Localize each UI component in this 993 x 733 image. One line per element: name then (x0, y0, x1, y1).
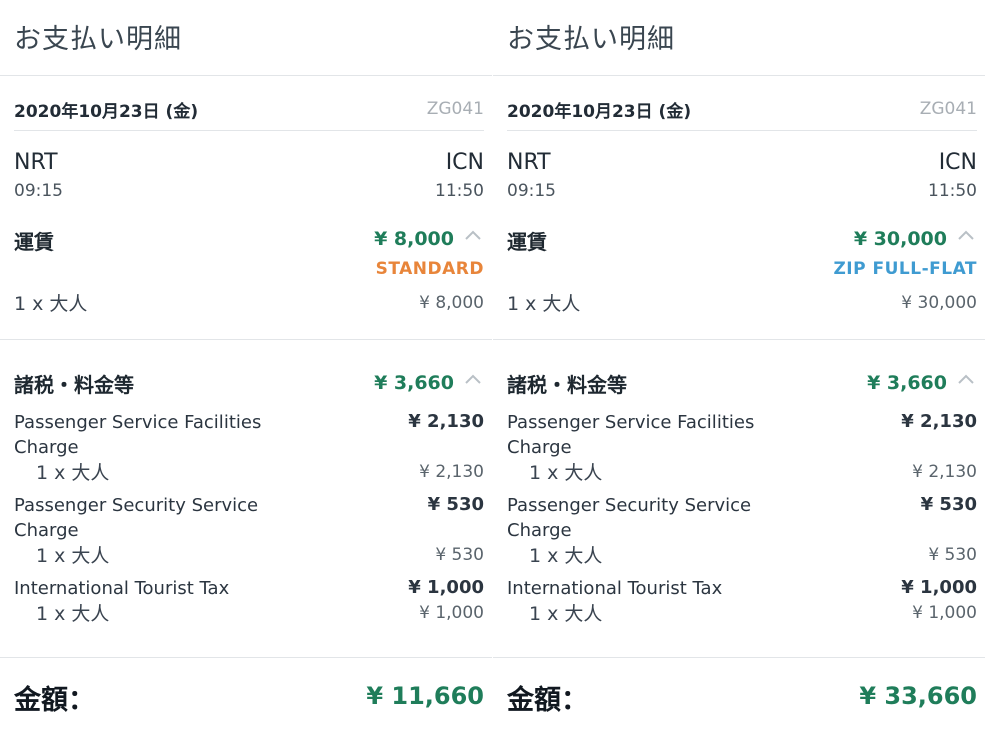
fare-amount: ¥ 8,000 (374, 228, 454, 250)
passenger-count: 1 x 大人 (507, 293, 581, 315)
divider (0, 339, 492, 340)
fare-title: 運賃 (507, 230, 547, 254)
departure-time: 09:15 (507, 181, 556, 201)
tax-item-passenger-amount: ¥ 2,130 (912, 462, 977, 482)
divider (493, 657, 985, 658)
arrival-time: 11:50 (435, 181, 484, 201)
tax-item-name: Passenger Security Service Charge (14, 495, 259, 541)
passenger-count: 1 x 大人 (14, 293, 88, 315)
tax-item-passenger-amount: ¥ 530 (435, 545, 484, 565)
page-title: お支払い明細 (507, 24, 675, 55)
tax-item-passenger-amount: ¥ 1,000 (419, 603, 484, 623)
divider (0, 75, 492, 76)
passenger-count: 1 x 大人 (529, 462, 603, 484)
chevron-up-icon[interactable] (464, 229, 482, 245)
passenger-fare-amount: ¥ 30,000 (901, 293, 977, 313)
tax-item-name: International Tourist Tax (507, 578, 723, 599)
taxes-title: 諸税・料金等 (507, 373, 627, 397)
flight-date: 2020年10月23日 (金) (14, 102, 199, 122)
fare-type-label: ZIP FULL-FLAT (833, 259, 977, 279)
divider (507, 130, 977, 131)
taxes-amount: ¥ 3,660 (374, 372, 454, 394)
divider (0, 657, 492, 658)
flight-number: ZG041 (919, 99, 977, 119)
departure-time: 09:15 (14, 181, 63, 201)
tax-item-name: Passenger Service Facilities Charge (14, 412, 262, 458)
tax-item-passenger-amount: ¥ 2,130 (419, 462, 484, 482)
chevron-up-icon[interactable] (957, 373, 975, 389)
origin-code: NRT (14, 150, 58, 175)
arrival-time: 11:50 (928, 181, 977, 201)
passenger-count: 1 x 大人 (529, 545, 603, 567)
passenger-count: 1 x 大人 (36, 603, 110, 625)
divider (14, 130, 484, 131)
taxes-amount: ¥ 3,660 (867, 372, 947, 394)
tax-item-amount: ¥ 2,130 (408, 411, 484, 432)
tax-item-name: Passenger Service Facilities Charge (507, 412, 755, 458)
destination-code: ICN (445, 150, 484, 175)
destination-code: ICN (938, 150, 977, 175)
fare-amount: ¥ 30,000 (853, 228, 947, 250)
total-amount: ¥ 11,660 (366, 682, 484, 710)
taxes-title: 諸税・料金等 (14, 373, 134, 397)
divider (493, 339, 985, 340)
tax-item-amount: ¥ 530 (920, 494, 977, 515)
chevron-up-icon[interactable] (957, 229, 975, 245)
tax-item-passenger-amount: ¥ 1,000 (912, 603, 977, 623)
total-amount: ¥ 33,660 (859, 682, 977, 710)
passenger-count: 1 x 大人 (529, 603, 603, 625)
passenger-fare-amount: ¥ 8,000 (419, 293, 484, 313)
flight-number: ZG041 (426, 99, 484, 119)
flight-date: 2020年10月23日 (金) (507, 102, 692, 122)
tax-item-name: Passenger Security Service Charge (507, 495, 752, 541)
tax-item-amount: ¥ 1,000 (408, 577, 484, 598)
passenger-count: 1 x 大人 (36, 462, 110, 484)
chevron-up-icon[interactable] (464, 373, 482, 389)
total-label: 金額： (14, 685, 95, 716)
divider (493, 75, 985, 76)
tax-item-amount: ¥ 530 (427, 494, 484, 515)
tax-item-name: International Tourist Tax (14, 578, 230, 599)
total-label: 金額： (507, 685, 588, 716)
passenger-count: 1 x 大人 (36, 545, 110, 567)
origin-code: NRT (507, 150, 551, 175)
tax-item-passenger-amount: ¥ 530 (928, 545, 977, 565)
tax-item-amount: ¥ 2,130 (901, 411, 977, 432)
payment-panel-standard: お支払い明細 2020年10月23日 (金) ZG041 NRT 09:15 I… (0, 0, 492, 733)
fare-type-label: STANDARD (375, 259, 484, 279)
tax-item-amount: ¥ 1,000 (901, 577, 977, 598)
payment-panel-zip-full-flat: お支払い明細 2020年10月23日 (金) ZG041 NRT 09:15 I… (493, 0, 985, 733)
page-title: お支払い明細 (14, 24, 182, 55)
fare-title: 運賃 (14, 230, 54, 254)
payment-details-comparison: お支払い明細 2020年10月23日 (金) ZG041 NRT 09:15 I… (0, 0, 993, 733)
